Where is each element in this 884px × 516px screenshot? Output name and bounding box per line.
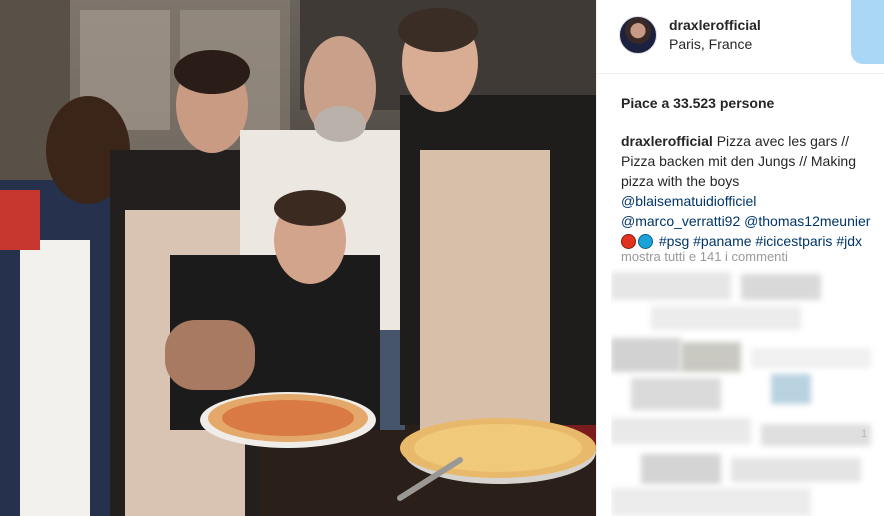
- post-sidebar: draxlerofficial Paris, France Piace a 33…: [596, 0, 884, 516]
- post-caption: draxlerofficial Pizza avec les gars // P…: [621, 131, 883, 251]
- mention-link[interactable]: @blaisematuidiofficiel: [621, 191, 883, 211]
- caption-text-line2: Pizza backen mit den Jungs // Making: [621, 153, 857, 169]
- mention-link[interactable]: @marco_verratti92: [621, 213, 740, 229]
- post-header: draxlerofficial Paris, France: [597, 0, 884, 74]
- hashtag-links[interactable]: #psg #paname #icicestparis #jdx: [659, 233, 862, 249]
- blue-circle-emoji: [638, 234, 653, 249]
- user-avatar[interactable]: [619, 16, 657, 54]
- mention-link[interactable]: @thomas12meunier: [744, 213, 870, 229]
- likes-count[interactable]: Piace a 33.523 persone: [621, 95, 774, 111]
- caption-text-line3: pizza with the boys: [621, 173, 740, 189]
- photo-illustration: [0, 0, 596, 516]
- caption-text-line1: Pizza avec les gars //: [716, 133, 849, 149]
- blurred-comments: [611, 268, 884, 516]
- location-link[interactable]: Paris, France: [669, 36, 752, 52]
- red-circle-emoji: [621, 234, 636, 249]
- post-photo[interactable]: [0, 0, 596, 516]
- view-all-comments-link[interactable]: mostra tutti e 141 i commenti: [621, 249, 788, 264]
- follow-button[interactable]: [851, 0, 884, 64]
- caption-author-link[interactable]: draxlerofficial: [621, 133, 713, 149]
- username-link[interactable]: draxlerofficial: [669, 17, 761, 33]
- blurred-comment-count: 1: [861, 428, 868, 440]
